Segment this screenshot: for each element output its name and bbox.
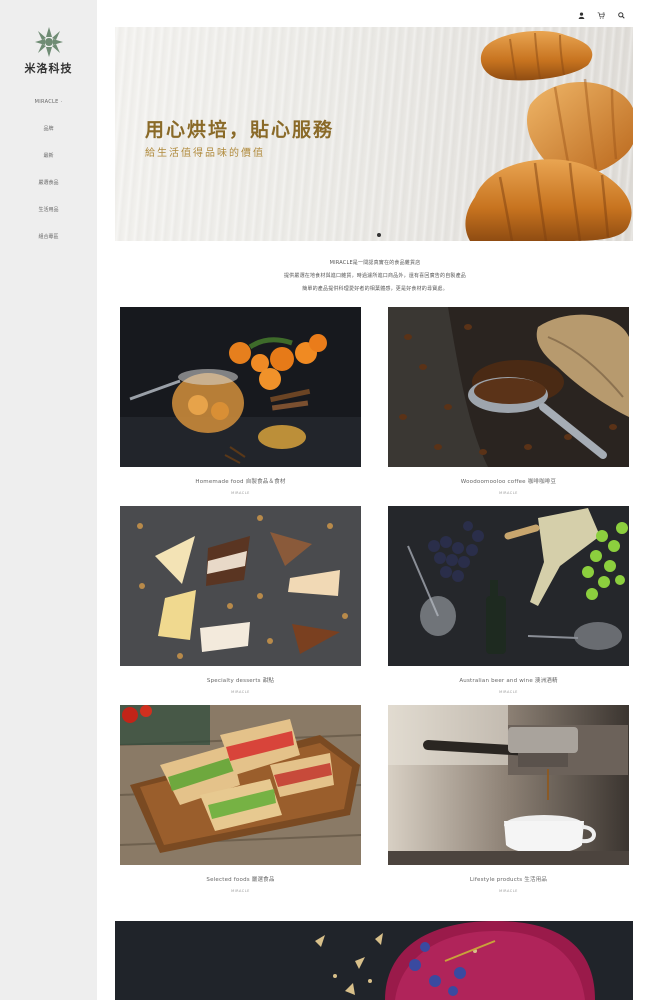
hero-banner[interactable]: 用心烘培，貼心服務 給生活值得品味的價值 (115, 27, 633, 241)
product-card-selected-foods[interactable]: Selected foods 嚴選食品 MIRACLE (120, 705, 361, 893)
product-subtitle: MIRACLE (499, 491, 518, 495)
intro-line: 提供嚴選在地食材與進口雜貨，時過濾所進口商品外，還有喜回廣告的自製產品 (283, 273, 466, 279)
sidebar: 米洛科技 MIRACLE · 品牌 最新 嚴選食品 生活用品 組合專區 (0, 0, 97, 1000)
dessert-banner-image (115, 921, 633, 1000)
sidebar-nav: MIRACLE · 品牌 最新 嚴選食品 生活用品 組合專區 (0, 100, 97, 262)
nav-item-miracle[interactable]: MIRACLE · (0, 100, 97, 105)
intro-line: MIRACLE是一間認真實在的食品雜貨店 (329, 260, 421, 266)
product-caption[interactable]: Australian beer and wine 澳洲酒精 (388, 676, 629, 684)
intro-line: 簡單的產品提供科理愛好者的相葉體感，更是好食材的尋寶處。 (302, 286, 448, 292)
hero-subtitle: 給生活值得品味的價值 (145, 148, 265, 159)
bottom-banner[interactable] (115, 921, 633, 1000)
top-toolbar (576, 10, 626, 20)
desserts-image[interactable] (120, 506, 361, 666)
brand-name[interactable]: 米洛科技 (0, 60, 97, 76)
search-icon[interactable] (616, 10, 626, 20)
product-caption[interactable]: Lifestyle products 生活用品 (388, 875, 629, 883)
coffee-image[interactable] (388, 307, 629, 467)
product-subtitle: MIRACLE (499, 690, 518, 694)
product-caption[interactable]: Homemade food 自製食品＆食材 (120, 477, 361, 485)
nav-item-latest[interactable]: 最新 (0, 154, 97, 159)
wine-image[interactable] (388, 506, 629, 666)
product-card-desserts[interactable]: Specialty desserts 甜點 MIRACLE (120, 506, 361, 694)
product-subtitle: MIRACLE (499, 889, 518, 893)
brand-logo-icon[interactable] (27, 25, 71, 59)
lifestyle-image[interactable] (388, 705, 629, 865)
product-caption[interactable]: Woodoomooloo coffee 咖啡咖啡豆 (388, 477, 629, 485)
product-card-wine[interactable]: Australian beer and wine 澳洲酒精 MIRACLE (388, 506, 629, 694)
product-card-homemade[interactable]: Homemade food 自製食品＆食材 MIRACLE (120, 307, 361, 495)
nav-item-bundles[interactable]: 組合專區 (0, 235, 97, 240)
intro-text: MIRACLE是一間認真實在的食品雜貨店 提供嚴選在地食材與進口雜貨，時過濾所進… (230, 257, 520, 296)
nav-item-selected-foods[interactable]: 嚴選食品 (0, 181, 97, 186)
product-subtitle: MIRACLE (231, 491, 250, 495)
product-caption[interactable]: Specialty desserts 甜點 (120, 676, 361, 684)
product-subtitle: MIRACLE (231, 889, 250, 893)
product-card-lifestyle[interactable]: Lifestyle products 生活用品 MIRACLE (388, 705, 629, 893)
hero-title: 用心烘培，貼心服務 (145, 119, 335, 141)
nav-item-brand[interactable]: 品牌 (0, 127, 97, 132)
carousel-indicator[interactable] (377, 233, 381, 237)
selected-foods-image[interactable] (120, 705, 361, 865)
product-subtitle: MIRACLE (231, 690, 250, 694)
cart-icon[interactable] (596, 10, 606, 20)
croissants-image (465, 31, 633, 241)
user-icon[interactable] (576, 10, 586, 20)
product-caption[interactable]: Selected foods 嚴選食品 (120, 875, 361, 883)
nav-item-lifestyle[interactable]: 生活用品 (0, 208, 97, 213)
product-card-coffee[interactable]: Woodoomooloo coffee 咖啡咖啡豆 MIRACLE (388, 307, 629, 495)
homemade-food-image[interactable] (120, 307, 361, 467)
